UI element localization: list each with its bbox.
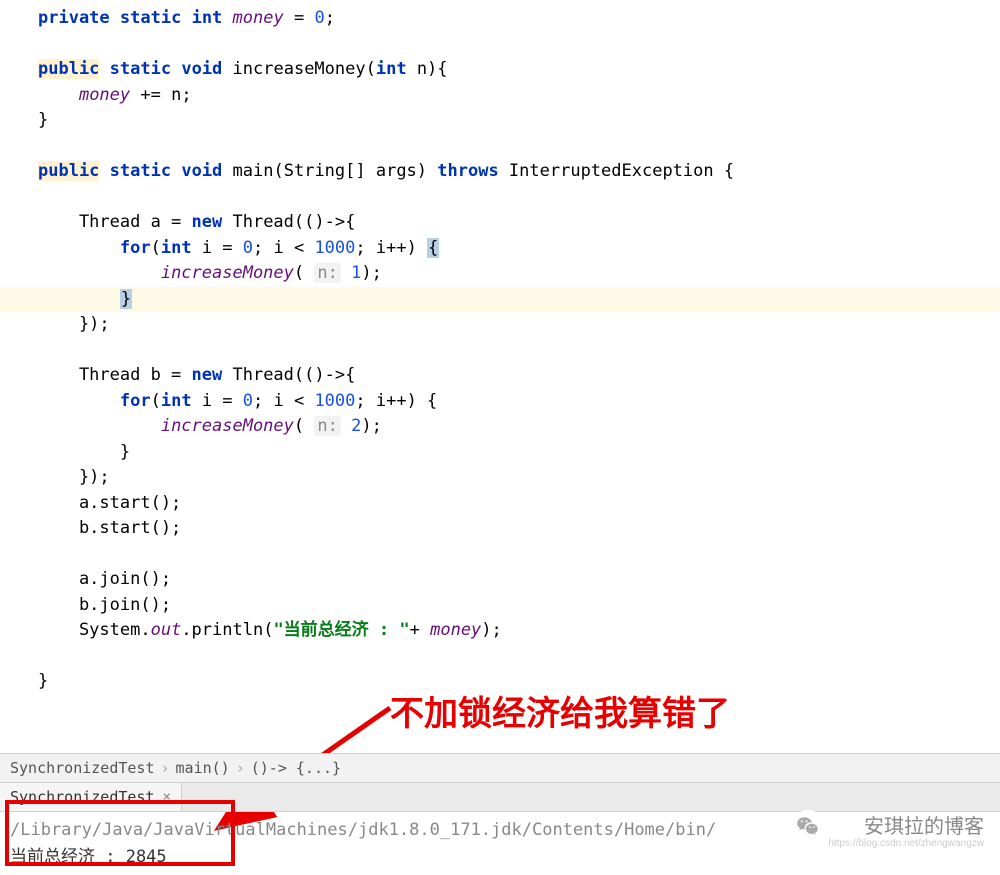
code-line: b.join(); [0,593,1000,619]
code-line [0,32,1000,58]
code-line [0,542,1000,568]
chevron-right-icon: › [161,759,170,777]
code-line: public static void increaseMoney(int n){ [0,57,1000,83]
code-line [0,185,1000,211]
breadcrumb-item[interactable]: ()-> {...} [251,759,341,777]
code-line: private static int money = 0; [0,6,1000,32]
code-line-highlighted: } [0,287,1000,313]
code-line: } [0,440,1000,466]
code-line: }); [0,312,1000,338]
code-line: a.join(); [0,567,1000,593]
code-line: Thread b = new Thread(()->{ [0,363,1000,389]
annotation-text: 不加锁经济给我算错了 [390,686,730,735]
breadcrumb-item[interactable]: SynchronizedTest [10,759,155,777]
code-line: money += n; [0,83,1000,109]
watermark-url: https://blog.csdn.net/zhengwangzw [828,838,984,849]
code-editor[interactable]: private static int money = 0; public sta… [0,0,1000,701]
code-line: System.out.println("当前总经济 : "+ money); [0,618,1000,644]
code-line [0,644,1000,670]
code-line: b.start(); [0,516,1000,542]
highlight-box [5,800,235,866]
chevron-right-icon: › [236,759,245,777]
code-line: increaseMoney( n: 2); [0,414,1000,440]
breadcrumb-item[interactable]: main() [176,759,230,777]
code-line [0,134,1000,160]
code-line: increaseMoney( n: 1); [0,261,1000,287]
code-line: public static void main(String[] args) t… [0,159,1000,185]
breadcrumb[interactable]: SynchronizedTest › main() › ()-> {...} [0,753,1000,783]
code-line: } [0,108,1000,134]
code-line: for(int i = 0; i < 1000; i++) { [0,389,1000,415]
code-line: a.start(); [0,491,1000,517]
code-line: Thread a = new Thread(()->{ [0,210,1000,236]
code-line: }); [0,465,1000,491]
wechat-icon [791,810,825,844]
code-line [0,338,1000,364]
watermark-name: 安琪拉的博客 [864,810,984,839]
code-line: for(int i = 0; i < 1000; i++) { [0,236,1000,262]
